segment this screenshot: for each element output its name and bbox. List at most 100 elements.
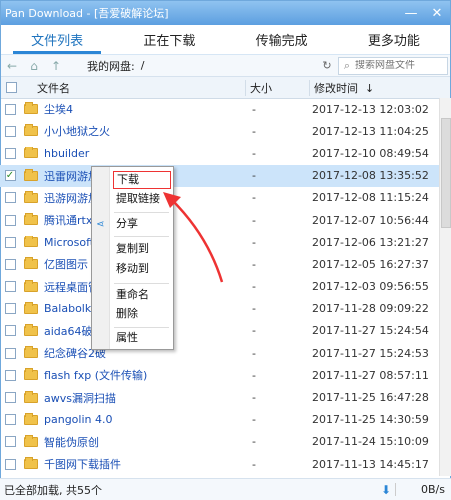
file-size: - <box>252 391 256 405</box>
tab-more[interactable]: 更多功能 <box>338 25 450 54</box>
file-row[interactable]: ✓ 迅雷网游加速器 -2017-12-08 13:35:52 <box>0 164 439 187</box>
file-size: - <box>252 324 256 338</box>
file-row[interactable]: 尘埃4 - 2017-12-13 12:03:02 <box>0 98 439 120</box>
file-name[interactable]: pangolin 4.0 <box>44 413 112 426</box>
column-size[interactable]: 大小 <box>245 79 309 96</box>
file-date: 2017-11-24 15:10:09 <box>312 435 429 449</box>
folder-icon <box>24 190 38 203</box>
folder-icon <box>24 213 38 226</box>
file-row[interactable]: 小小地狱之火 - 2017-12-13 11:04:25 <box>0 120 439 142</box>
path-label: 我的网盘: <box>87 59 135 73</box>
row-checkbox[interactable] <box>4 392 16 404</box>
file-date: 2017-12-08 13:35:52 <box>312 169 429 183</box>
menu-extract-link[interactable]: 提取链接 <box>116 190 172 208</box>
tab-file-list[interactable]: 文件列表 <box>1 25 113 54</box>
row-checkbox[interactable] <box>4 347 16 359</box>
file-row[interactable]: Microsoft_ -2017-12-06 13:21:27 <box>0 231 439 253</box>
folder-icon <box>24 124 38 137</box>
menu-share[interactable]: 分享 <box>116 215 172 233</box>
file-name[interactable]: 智能伪原创 <box>44 434 99 450</box>
file-row[interactable]: pangolin 4.0 - 2017-11-25 14:30:59 <box>0 409 439 431</box>
status-bar: 已全部加载, 共55个 ⬇ 0B/s <box>0 478 451 500</box>
file-row[interactable]: 迅游网游加 -2017-12-08 11:15:24 <box>0 187 439 209</box>
menu-delete[interactable]: 删除 <box>116 305 172 323</box>
file-row[interactable]: [反黑][国语][30集全][1080P][更多请关...-2017-10-27… <box>0 475 439 476</box>
refresh-icon[interactable]: ↻ <box>316 59 338 72</box>
search-box[interactable]: ⌕ <box>338 56 448 75</box>
select-all-checkbox[interactable] <box>5 82 17 93</box>
folder-icon <box>24 346 38 359</box>
folder-icon <box>24 323 38 336</box>
row-checkbox[interactable] <box>4 103 16 115</box>
tab-completed[interactable]: 传输完成 <box>226 25 338 54</box>
file-size: - <box>252 435 256 449</box>
folder-icon <box>24 413 38 425</box>
row-checkbox[interactable] <box>4 125 16 137</box>
file-name[interactable]: flash fxp (文件传输) <box>44 367 147 383</box>
file-name[interactable]: 小小地狱之火 <box>44 123 110 139</box>
file-size: - <box>252 213 256 227</box>
row-checkbox[interactable] <box>4 281 16 293</box>
file-row[interactable]: 腾讯通rtx - 2017-12-07 10:56:44 <box>0 209 439 231</box>
file-row[interactable]: hbuilder - 2017-12-10 08:49:54 <box>0 142 439 164</box>
menu-rename[interactable]: 重命名 <box>116 286 172 304</box>
row-checkbox[interactable] <box>4 147 16 159</box>
file-name[interactable]: awvs漏洞扫描 <box>44 390 116 406</box>
row-checkbox[interactable]: ✓ <box>4 170 16 182</box>
up-arrow-icon[interactable]: ↑ <box>45 55 67 77</box>
file-size: - <box>252 413 256 427</box>
file-row[interactable]: flash fxp (文件传输) - 2017-11-27 08:57:11 <box>0 364 439 386</box>
file-row[interactable]: 千图网下载插件 - 2017-11-13 14:45:17 <box>0 453 439 475</box>
row-checkbox[interactable] <box>4 369 16 381</box>
row-checkbox[interactable] <box>4 436 16 448</box>
file-date: 2017-11-25 16:47:28 <box>312 391 429 405</box>
column-date[interactable]: 修改时间 ↓ <box>309 79 450 96</box>
menu-move-to[interactable]: 移动到 <box>116 260 172 278</box>
file-date: 2017-12-07 10:56:44 <box>312 213 429 227</box>
file-row[interactable]: 远程桌面管 -2017-12-03 09:56:55 <box>0 276 439 298</box>
file-row[interactable]: Balabolka - 2017-11-28 09:09:22 <box>0 298 439 320</box>
row-checkbox[interactable] <box>4 458 16 470</box>
status-text: 已全部加载, 共55个 <box>4 483 102 497</box>
file-name[interactable]: 千图网下载插件 <box>44 456 121 472</box>
vertical-scrollbar[interactable] <box>439 98 451 476</box>
row-checkbox[interactable] <box>4 258 16 270</box>
search-input[interactable] <box>355 60 445 71</box>
row-checkbox[interactable] <box>4 325 16 337</box>
menu-download[interactable]: 下载 <box>113 171 171 189</box>
close-button[interactable]: ✕ <box>424 2 450 24</box>
file-size: - <box>252 346 256 360</box>
row-checkbox[interactable] <box>4 414 16 426</box>
row-checkbox[interactable] <box>4 214 16 226</box>
file-name[interactable]: 尘埃4 <box>44 101 73 117</box>
file-name[interactable]: Balabolka <box>44 302 98 315</box>
file-row[interactable]: 智能伪原创 - 2017-11-24 15:10:09 <box>0 431 439 453</box>
file-name[interactable]: 亿图图示 <box>44 256 88 272</box>
file-date: 2017-11-25 14:30:59 <box>312 413 429 427</box>
minimize-button[interactable]: — <box>398 2 424 24</box>
tab-downloading[interactable]: 正在下载 <box>113 25 225 54</box>
folder-icon <box>24 368 38 381</box>
file-row[interactable]: awvs漏洞扫描 - 2017-11-25 16:47:28 <box>0 386 439 408</box>
file-name[interactable]: hbuilder <box>44 147 89 160</box>
download-speed: 0B/s <box>395 483 451 496</box>
back-arrow-icon[interactable]: ← <box>1 55 23 77</box>
sort-desc-icon: ↓ <box>365 81 375 95</box>
file-size: - <box>252 146 256 160</box>
home-icon[interactable]: ⌂ <box>23 55 45 77</box>
path-toolbar: ← ⌂ ↑ 我的网盘: / ↻ ⌕ <box>1 55 450 77</box>
column-name[interactable]: 文件名 <box>21 80 245 96</box>
file-row[interactable]: aida64破解 -2017-11-27 15:24:54 <box>0 320 439 342</box>
file-date: 2017-12-10 08:49:54 <box>312 146 429 160</box>
menu-properties[interactable]: 属性 <box>116 329 172 347</box>
scrollbar-thumb[interactable] <box>441 118 451 228</box>
row-checkbox[interactable] <box>4 236 16 248</box>
row-checkbox[interactable] <box>4 192 16 204</box>
title-bar: Pan Download - [吾爱破解论坛] — ✕ <box>1 1 450 25</box>
file-name[interactable]: 腾讯通rtx <box>44 212 92 228</box>
row-checkbox[interactable] <box>4 303 16 315</box>
file-row[interactable]: 亿图图示 - 2017-12-05 16:27:37 <box>0 253 439 275</box>
menu-copy-to[interactable]: 复制到 <box>116 240 172 258</box>
file-row[interactable]: 纪念碑谷2破 -2017-11-27 15:24:53 <box>0 342 439 364</box>
folder-icon <box>24 168 38 181</box>
